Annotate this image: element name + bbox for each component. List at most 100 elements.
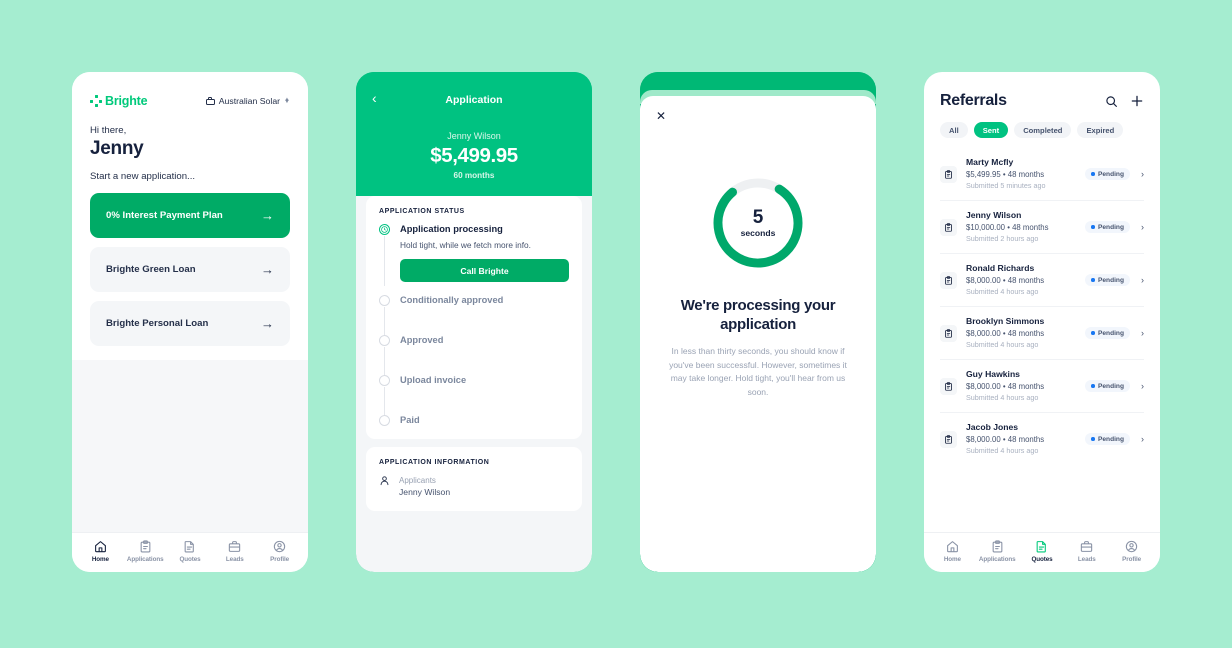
referral-row[interactable]: Marty Mcfly $5,499.95 • 48 months Submitte…: [940, 148, 1144, 201]
referral-amount: $8,000.00 • 48 months: [966, 435, 1045, 444]
status-dot-icon: [1091, 278, 1095, 282]
application-term: 60 months: [453, 171, 495, 180]
loan-option-personal-loan[interactable]: Brighte Personal Loan →: [90, 301, 290, 346]
referral-row[interactable]: Jenny Wilson $10,000.00 • 48 months Submit…: [940, 201, 1144, 254]
tab-label: Applications: [978, 556, 1016, 563]
status-step-conditionally-approved: Conditionally approved: [379, 295, 569, 339]
org-selector[interactable]: Australian Solar ▲ ▼: [205, 96, 290, 106]
referral-details: Ronald Richards $8,000.00 • 48 months Subm…: [966, 263, 1076, 297]
processing-title: We're processing your application: [680, 297, 836, 333]
info-card-title: APPLICATION INFORMATION: [379, 459, 490, 466]
chevron-right-icon[interactable]: ›: [1141, 381, 1144, 391]
referrals-filter-tabs: All Sent Completed Expired: [924, 110, 1160, 148]
call-brighte-button[interactable]: Call Brighte: [400, 259, 569, 282]
chevron-right-icon[interactable]: ›: [1141, 169, 1144, 179]
status-step-label: Paid: [400, 415, 420, 425]
referral-row[interactable]: Guy Hawkins $8,000.00 • 48 months Submitte…: [940, 360, 1144, 413]
application-body: APPLICATION STATUS Application processin…: [356, 196, 592, 572]
clipboard-icon: [940, 377, 957, 395]
home-icon: [946, 541, 958, 553]
referral-row[interactable]: Ronald Richards $8,000.00 • 48 months Subm…: [940, 254, 1144, 307]
tab-profile[interactable]: Profile: [260, 540, 300, 563]
status-step-label: Upload invoice: [400, 375, 467, 385]
referral-amount: $8,000.00 • 48 months: [966, 382, 1045, 391]
referral-submitted: Submitted 4 hours ago: [966, 340, 1039, 349]
chevron-right-icon[interactable]: ›: [1141, 434, 1144, 444]
referral-row[interactable]: Jacob Jones $8,000.00 • 48 months Submitte…: [940, 413, 1144, 465]
tab-quotes[interactable]: Quotes: [1022, 540, 1062, 563]
phone-home-screen: Brighte Australian Solar ▲ ▼ Hi there, Je…: [72, 72, 308, 572]
step-connector: [384, 236, 386, 286]
status-step-approved: Approved: [379, 335, 569, 379]
status-badge: Pending: [1085, 433, 1130, 445]
home-top-section: Brighte Australian Solar ▲ ▼ Hi there, Je…: [72, 72, 308, 360]
status-badge: Pending: [1085, 221, 1130, 233]
search-icon[interactable]: [1105, 95, 1118, 108]
tab-leads[interactable]: Leads: [215, 540, 255, 563]
brighte-logo: Brighte: [90, 94, 148, 108]
chevron-right-icon[interactable]: ›: [1141, 222, 1144, 232]
referral-submitted: Submitted 4 hours ago: [966, 393, 1039, 402]
status-step-paid: Paid: [379, 415, 569, 426]
application-information-card: APPLICATION INFORMATION Applicants Jenny…: [366, 447, 582, 511]
profile-icon: [1125, 540, 1138, 553]
home-empty-area: [72, 360, 308, 532]
tab-home[interactable]: Home: [932, 540, 972, 563]
tab-quotes[interactable]: Quotes: [170, 540, 210, 563]
up-down-chevron-icon: ▲ ▼: [284, 97, 290, 105]
status-dot-icon: [1091, 437, 1095, 441]
filter-tab-completed[interactable]: Completed: [1014, 122, 1072, 138]
tab-applications[interactable]: Applications: [977, 540, 1017, 563]
close-icon[interactable]: ✕: [656, 110, 670, 122]
loan-option-green-loan[interactable]: Brighte Green Loan →: [90, 247, 290, 292]
user-name: Jenny: [90, 138, 144, 159]
plus-icon[interactable]: [1130, 94, 1144, 108]
countdown-center: 5 seconds: [710, 175, 806, 271]
home-icon: [94, 541, 106, 553]
applicants-row: Applicants Jenny Wilson: [379, 475, 569, 498]
application-nav-row: ‹ Application: [372, 91, 576, 108]
status-step-label: Conditionally approved: [400, 295, 504, 305]
referral-name: Brooklyn Simmons: [966, 316, 1045, 326]
processing-modal-sheet: ✕ 5 seconds We're processing your applic…: [640, 96, 876, 572]
start-application-label: Start a new application...: [90, 171, 196, 182]
referral-row[interactable]: Brooklyn Simmons $8,000.00 • 48 months Sub…: [940, 307, 1144, 360]
person-icon: [380, 476, 389, 486]
loan-option-label: Brighte Green Loan: [106, 264, 196, 275]
referral-name: Marty Mcfly: [966, 157, 1014, 167]
chevron-right-icon[interactable]: ›: [1141, 328, 1144, 338]
status-badge: Pending: [1085, 327, 1130, 339]
status-badge: Pending: [1085, 274, 1130, 286]
status-badge-label: Pending: [1097, 329, 1124, 337]
profile-icon: [273, 540, 286, 553]
page-title: Referrals: [940, 92, 1007, 109]
chevron-right-icon[interactable]: ›: [1141, 275, 1144, 285]
tab-applications[interactable]: Applications: [125, 540, 165, 563]
status-step-label: Approved: [400, 335, 444, 345]
chevron-left-icon[interactable]: ‹: [372, 91, 377, 105]
tab-label: Home: [91, 556, 109, 563]
tab-home[interactable]: Home: [80, 540, 120, 563]
tab-leads[interactable]: Leads: [1067, 540, 1107, 563]
clipboard-icon: [940, 430, 957, 448]
step-circle-icon: [379, 335, 390, 346]
filter-tab-all[interactable]: All: [940, 122, 968, 138]
tab-profile[interactable]: Profile: [1112, 540, 1152, 563]
clock-icon: [379, 224, 390, 235]
referral-name: Jacob Jones: [966, 422, 1019, 432]
referrals-header: Referrals: [924, 72, 1160, 110]
status-dot-icon: [1091, 225, 1095, 229]
referral-submitted: Submitted 4 hours ago: [966, 287, 1039, 296]
countdown-progress-ring: 5 seconds: [710, 175, 806, 271]
filter-tab-expired[interactable]: Expired: [1077, 122, 1124, 138]
tab-label: Applications: [126, 556, 164, 563]
clipboard-icon: [140, 540, 151, 553]
clipboard-icon: [940, 271, 957, 289]
filter-tab-sent[interactable]: Sent: [973, 122, 1009, 138]
bottom-tab-bar: Home Applications Quotes Leads Profile: [72, 532, 308, 572]
applicants-label: Applicants: [399, 476, 436, 485]
referrals-list: Marty Mcfly $5,499.95 • 48 months Submitte…: [924, 148, 1160, 532]
referral-submitted: Submitted 5 minutes ago: [966, 181, 1046, 190]
loan-option-interest-free[interactable]: 0% Interest Payment Plan →: [90, 193, 290, 238]
status-badge: Pending: [1085, 168, 1130, 180]
